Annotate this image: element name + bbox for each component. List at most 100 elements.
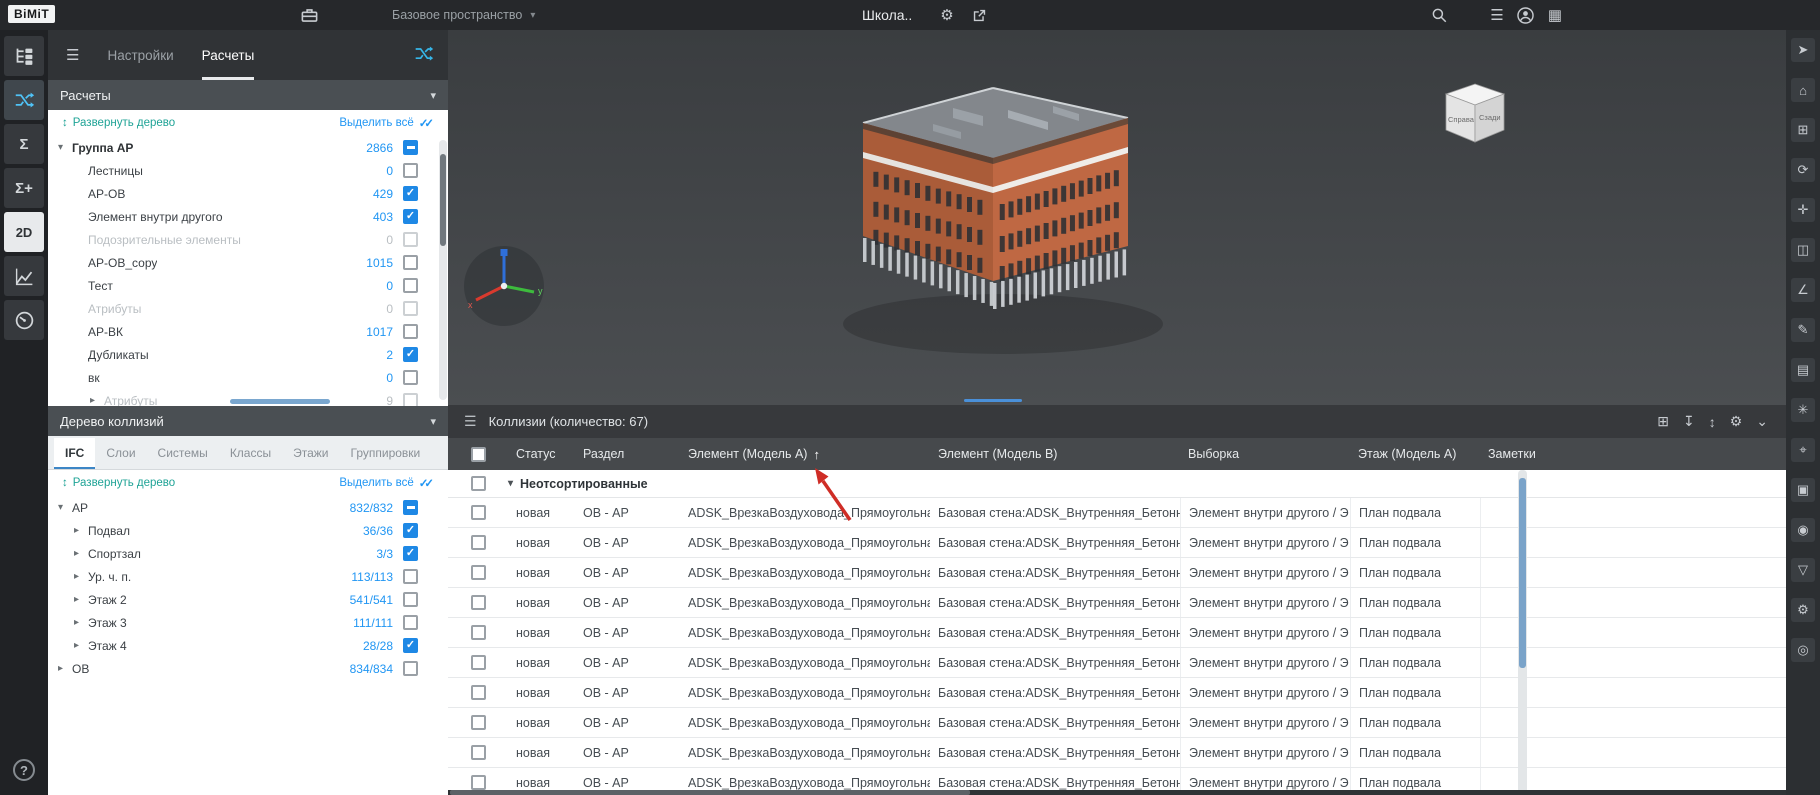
clash-mode-icon[interactable] bbox=[414, 44, 434, 69]
model-tree-icon[interactable] bbox=[4, 36, 44, 76]
caret-icon[interactable]: ▾ bbox=[58, 142, 72, 153]
column-header[interactable]: Элемент (Модель B) bbox=[930, 447, 1180, 461]
tree-item-checkbox[interactable] bbox=[403, 638, 418, 653]
3d-building-model[interactable] bbox=[843, 66, 1183, 396]
tree-item[interactable]: Подозрительные элементы 0 bbox=[48, 228, 448, 251]
calculations-section-header[interactable]: Расчеты ▾ bbox=[48, 80, 448, 110]
tree-item[interactable]: ▾ АР 832/832 bbox=[48, 496, 448, 519]
view-cube[interactable]: Справа Сзади bbox=[1440, 78, 1510, 156]
caret-icon[interactable]: ▸ bbox=[74, 640, 88, 651]
tree-item[interactable]: Атрибуты 0 bbox=[48, 297, 448, 320]
tree-item[interactable]: ▸ Ур. ч. п. 113/113 bbox=[48, 565, 448, 588]
sum-plus-icon[interactable]: Σ+ bbox=[4, 168, 44, 208]
table-horizontal-scrollbar[interactable] bbox=[448, 790, 1786, 795]
3d-viewport[interactable]: x y Справа Сзади bbox=[448, 30, 1786, 405]
tree-item-checkbox[interactable] bbox=[403, 209, 418, 224]
eye-target-icon[interactable]: ◎ bbox=[1791, 638, 1815, 662]
filter-icon[interactable]: ▽ bbox=[1791, 558, 1815, 582]
collision-tree-section-header[interactable]: Дерево коллизий ▾ bbox=[48, 406, 448, 436]
column-header[interactable]: Заметки bbox=[1480, 447, 1786, 461]
tree-item[interactable]: ▸ Этаж 4 28/28 bbox=[48, 634, 448, 657]
tree-item-checkbox[interactable] bbox=[403, 661, 418, 676]
tree-item[interactable]: АР-ОВ_сору 1015 bbox=[48, 251, 448, 274]
collision-row[interactable]: новая ОВ - АР ADSK_ВрезкаВоздуховода_Прямо… bbox=[448, 678, 1786, 708]
row-checkbox[interactable] bbox=[470, 655, 486, 670]
column-header[interactable]: Элемент (Модель А) ↑ bbox=[680, 447, 930, 462]
table-settings-gear-icon[interactable]: ⚙ bbox=[1730, 413, 1743, 430]
row-checkbox[interactable] bbox=[470, 745, 486, 760]
tab-calculations[interactable]: Расчеты bbox=[201, 30, 255, 80]
tree-item[interactable]: Дубликаты 2 bbox=[48, 343, 448, 366]
panel-menu-icon[interactable]: ☰ bbox=[464, 413, 477, 430]
tree-item[interactable]: АР-ВК 1017 bbox=[48, 320, 448, 343]
collision-tree-tab-этажи[interactable]: Этажи bbox=[282, 438, 339, 469]
column-header[interactable]: Выборка bbox=[1180, 447, 1350, 461]
explode-model-icon[interactable]: ✳ bbox=[1791, 398, 1815, 422]
orbit-icon[interactable]: ⟳ bbox=[1791, 158, 1815, 182]
select-arrow-icon[interactable]: ➤ bbox=[1791, 38, 1815, 62]
section-plane-icon[interactable]: ◫ bbox=[1791, 238, 1815, 262]
collision-tree-tab-классы[interactable]: Классы bbox=[219, 438, 282, 469]
tree-item-checkbox[interactable] bbox=[403, 140, 418, 155]
sum-icon[interactable]: Σ bbox=[4, 124, 44, 164]
account-icon[interactable] bbox=[1512, 0, 1538, 30]
tree-item-checkbox[interactable] bbox=[403, 500, 418, 515]
expand-tree-link[interactable]: ↕ Развернуть дерево bbox=[62, 477, 175, 489]
select-all-checkbox[interactable] bbox=[470, 446, 486, 462]
row-checkbox[interactable] bbox=[470, 565, 486, 580]
row-checkbox[interactable] bbox=[470, 685, 486, 700]
row-height-icon[interactable]: ↕ bbox=[1709, 414, 1716, 430]
collision-row[interactable]: новая ОВ - АР ADSK_ВрезкаВоздуховода_Прямо… bbox=[448, 648, 1786, 678]
table-vertical-scrollbar[interactable] bbox=[1518, 470, 1527, 795]
visibility-icon[interactable]: ◉ bbox=[1791, 518, 1815, 542]
column-header[interactable]: Статус bbox=[508, 447, 575, 461]
tree-item-checkbox[interactable] bbox=[403, 232, 418, 247]
tab-settings[interactable]: Настройки bbox=[107, 30, 173, 80]
collision-row[interactable]: новая ОВ - АР ADSK_ВрезкаВоздуховода_Прямо… bbox=[448, 558, 1786, 588]
collision-group-row[interactable]: ▾ Неотсортированные bbox=[448, 470, 1786, 498]
row-checkbox[interactable] bbox=[470, 595, 486, 610]
tree-item[interactable]: Лестницы 0 bbox=[48, 159, 448, 182]
gauge-icon[interactable] bbox=[4, 300, 44, 340]
tree-item-checkbox[interactable] bbox=[403, 523, 418, 538]
tree-item[interactable]: ▾ Группа АР 2866 bbox=[48, 136, 448, 159]
collision-row[interactable]: новая ОВ - АР ADSK_ВрезкаВоздуховода_Прямо… bbox=[448, 618, 1786, 648]
list-menu-icon[interactable]: ☰ bbox=[1484, 0, 1510, 30]
collision-row[interactable]: новая ОВ - АР ADSK_ВрезкаВоздуховода_Прямо… bbox=[448, 738, 1786, 768]
collision-row[interactable]: новая ОВ - АР ADSK_ВрезкаВоздуховода_Прямо… bbox=[448, 528, 1786, 558]
select-all-link[interactable]: Выделить всё ✓✓ bbox=[339, 116, 434, 130]
tree-item-checkbox[interactable] bbox=[403, 186, 418, 201]
tree-item-checkbox[interactable] bbox=[403, 615, 418, 630]
duplicate-view-icon[interactable]: ⊞ bbox=[1657, 413, 1669, 430]
screenshot-icon[interactable]: ▣ bbox=[1791, 478, 1815, 502]
workspace-selector[interactable]: Базовое пространство ▾ bbox=[392, 0, 535, 30]
chart-icon[interactable] bbox=[4, 256, 44, 296]
walk-mode-icon[interactable]: ⌖ bbox=[1791, 438, 1815, 462]
clip-box-icon[interactable]: ▤ bbox=[1791, 358, 1815, 382]
collision-row[interactable]: новая ОВ - АР ADSK_ВрезкаВоздуховода_Прямо… bbox=[448, 498, 1786, 528]
tree-item[interactable]: Тест 0 bbox=[48, 274, 448, 297]
tree-item[interactable]: ▸ Спортзал 3/3 bbox=[48, 542, 448, 565]
tree-item-checkbox[interactable] bbox=[403, 301, 418, 316]
expand-tree-link[interactable]: ↕ Развернуть дерево bbox=[62, 117, 175, 129]
collision-row[interactable]: новая ОВ - АР ADSK_ВрезкаВоздуховода_Прямо… bbox=[448, 588, 1786, 618]
caret-icon[interactable]: ▸ bbox=[58, 663, 72, 674]
tree-item[interactable]: ▸ Этаж 3 111/111 bbox=[48, 611, 448, 634]
collision-tree-tab-слои[interactable]: Слои bbox=[95, 438, 146, 469]
tree-item-checkbox[interactable] bbox=[403, 278, 418, 293]
row-checkbox[interactable] bbox=[470, 715, 486, 730]
caret-icon[interactable]: ▸ bbox=[74, 571, 88, 582]
tree-item-checkbox[interactable] bbox=[403, 255, 418, 270]
select-all-link[interactable]: Выделить всё ✓✓ bbox=[339, 476, 434, 490]
collapse-panel-chevron-icon[interactable]: ⌄ bbox=[1756, 413, 1768, 430]
tree-item-checkbox[interactable] bbox=[403, 324, 418, 339]
row-checkbox[interactable] bbox=[470, 535, 486, 550]
row-checkbox[interactable] bbox=[470, 625, 486, 640]
home-view-icon[interactable]: ⌂ bbox=[1791, 78, 1815, 102]
group-checkbox[interactable] bbox=[470, 476, 486, 491]
tree-item-checkbox[interactable] bbox=[403, 370, 418, 385]
tree-item-checkbox[interactable] bbox=[403, 569, 418, 584]
tree-item[interactable]: АР-ОВ 429 bbox=[48, 182, 448, 205]
project-settings-gear-icon[interactable]: ⚙ bbox=[934, 0, 960, 30]
collision-tree-tab-системы[interactable]: Системы bbox=[147, 438, 219, 469]
